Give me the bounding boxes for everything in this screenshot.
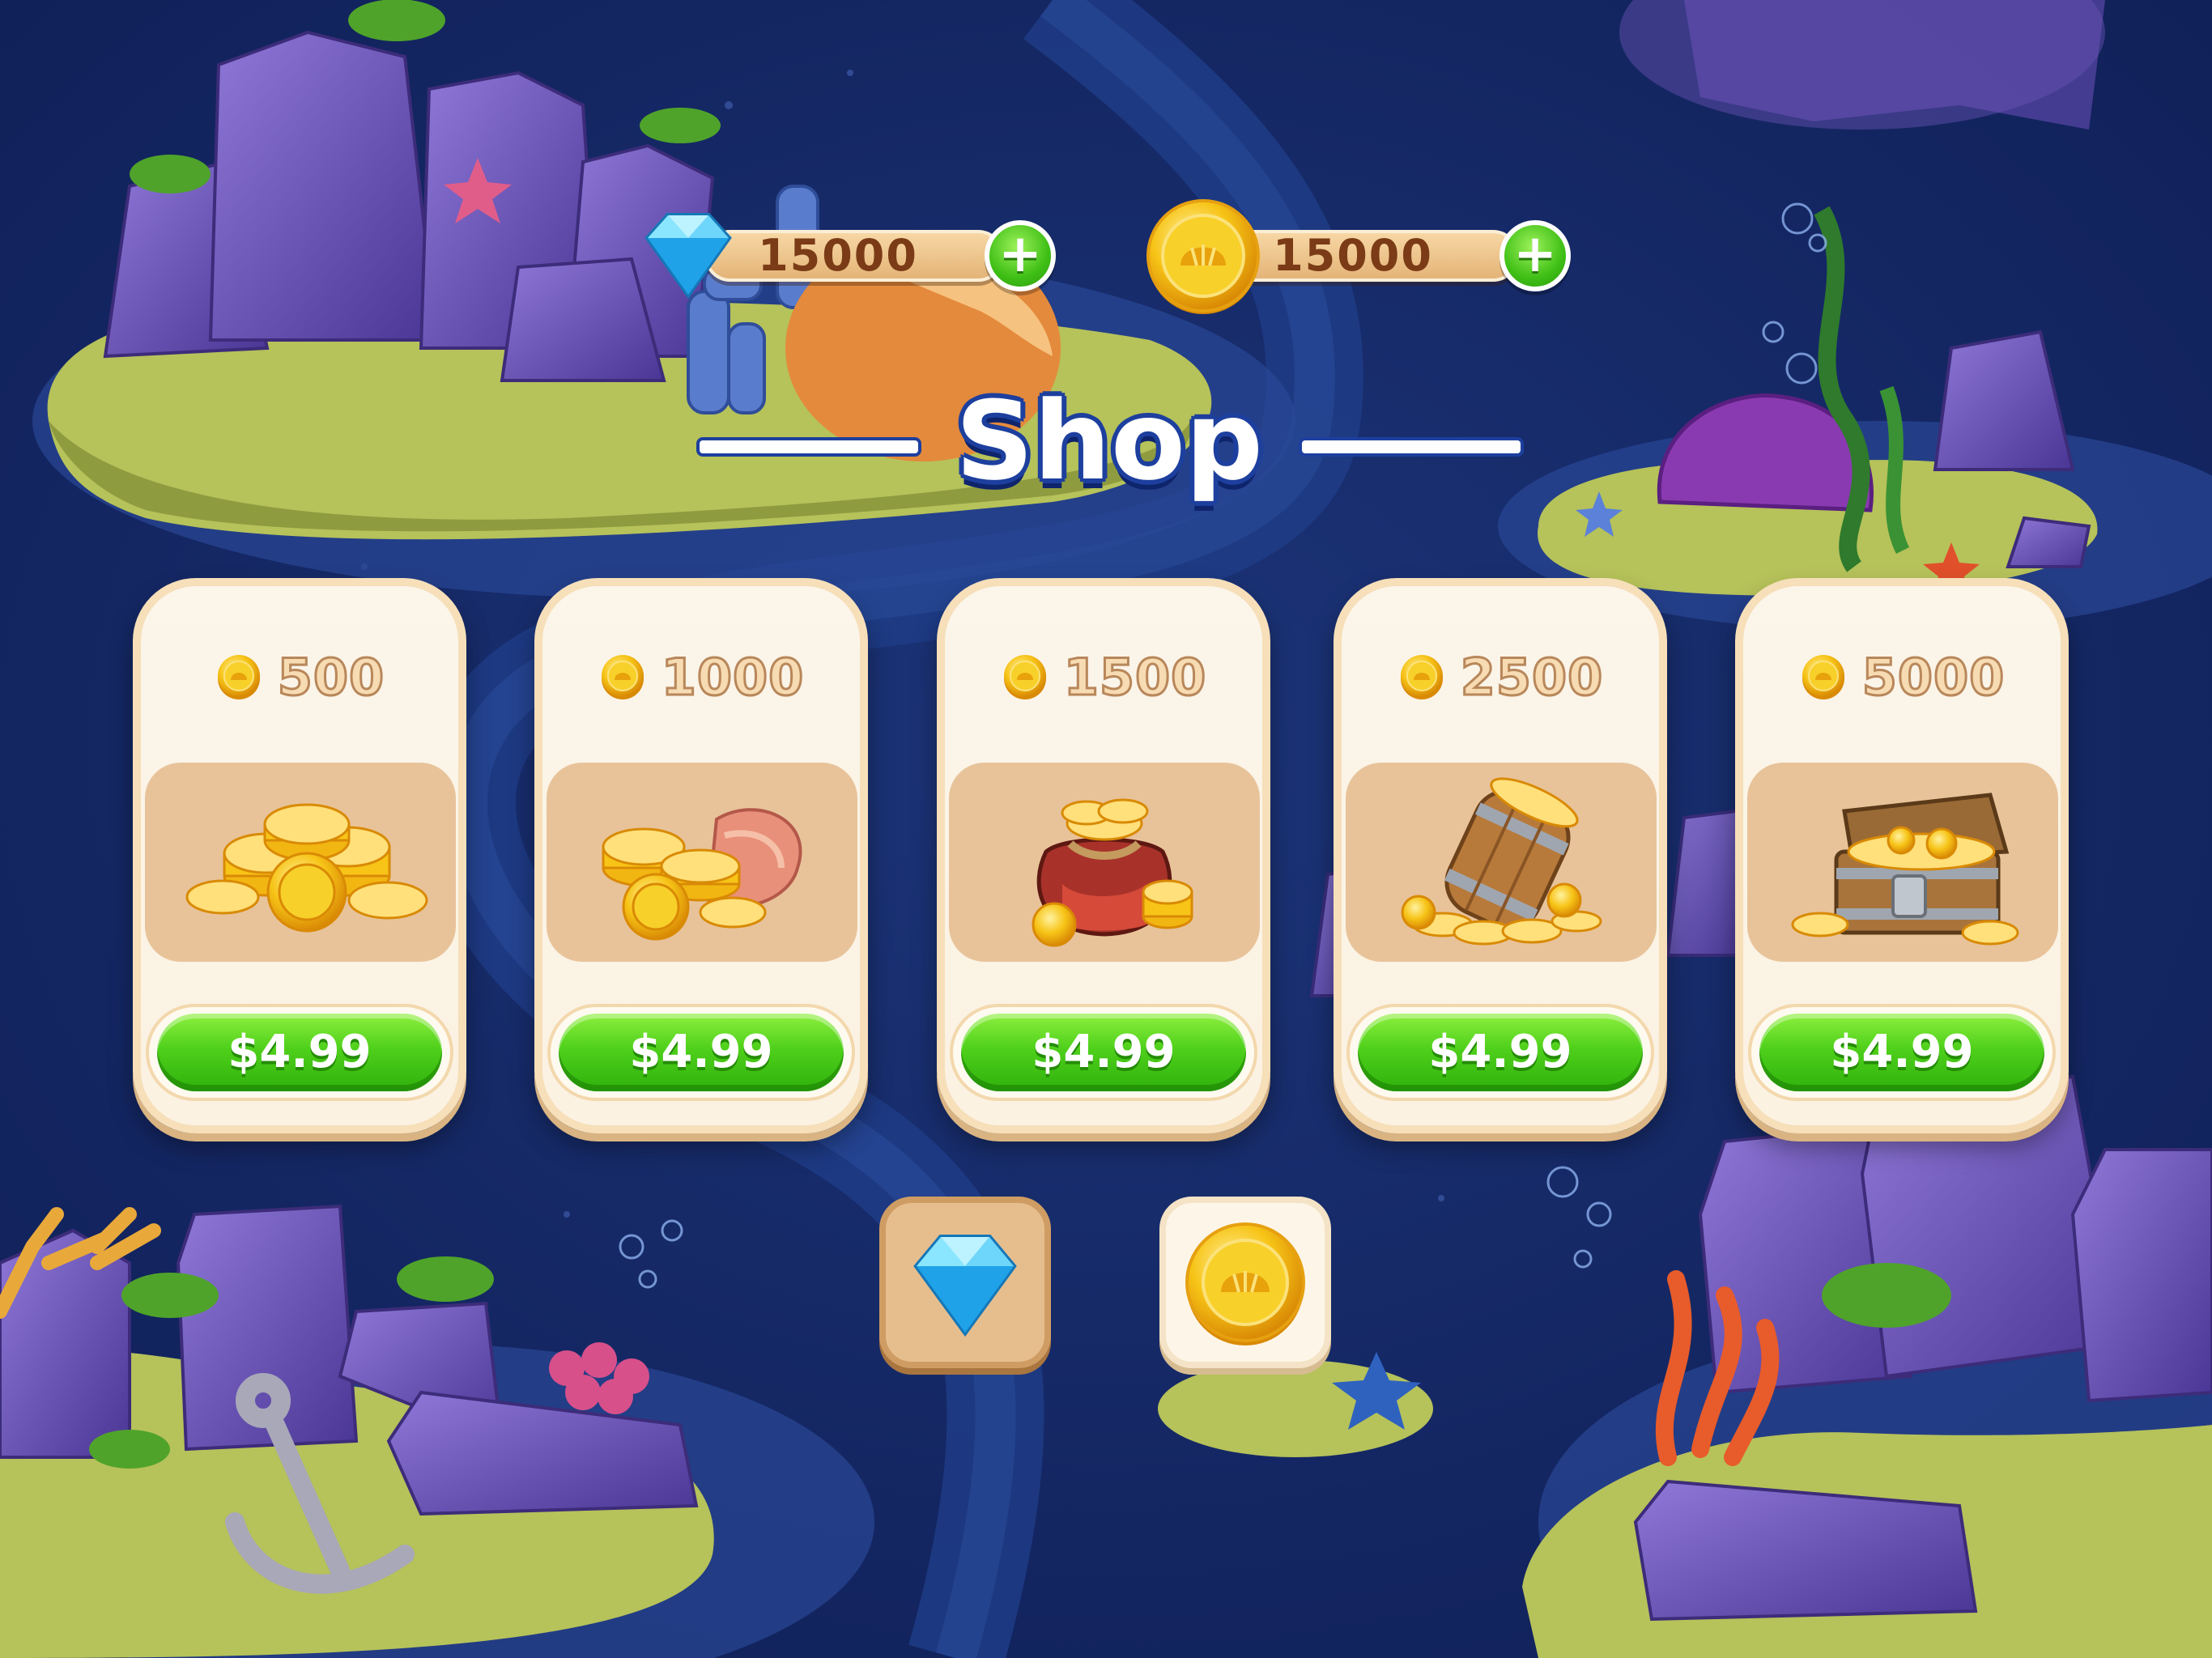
buy-button-price[interactable]: $4.99 <box>1759 1014 2044 1091</box>
tab-coins[interactable] <box>1159 1197 1331 1368</box>
coin-pack-card[interactable]: 1500 $4.99 <box>937 578 1270 1133</box>
diamond-icon <box>644 213 732 300</box>
pack-art <box>949 763 1260 962</box>
gem-balance-value: 15000 <box>758 230 918 281</box>
title-line-right <box>1299 437 1524 457</box>
pack-amount: 1000 <box>660 646 805 708</box>
shell-coin-icon <box>1802 655 1844 699</box>
coin-balance-bar: 15000 + <box>1146 199 1584 314</box>
add-gems-button[interactable]: + <box>985 220 1056 291</box>
pack-amount: 2500 <box>1459 646 1604 708</box>
coin-pack-card[interactable]: 1000 $4.99 <box>534 578 868 1133</box>
buy-button-price[interactable]: $4.99 <box>1358 1014 1643 1091</box>
pack-amount: 1500 <box>1062 646 1207 708</box>
coin-pack-card[interactable]: 2500 $4.99 <box>1334 578 1667 1133</box>
buy-button-price[interactable]: $4.99 <box>961 1014 1246 1091</box>
shell-coin-icon <box>601 655 644 699</box>
diamond-icon <box>913 1235 1017 1337</box>
pack-amount-row: 2500 <box>1342 644 1659 709</box>
page-title: Shop <box>955 378 1263 504</box>
title-line-left <box>696 437 921 457</box>
coin-balance-value: 15000 <box>1273 230 1433 281</box>
shell-coin-icon <box>1146 199 1260 314</box>
pack-art <box>547 763 857 962</box>
pack-art <box>1747 763 2058 962</box>
shell-coin-icon <box>1185 1222 1305 1346</box>
buy-button-price[interactable]: $4.99 <box>157 1014 442 1091</box>
shell-coin-icon <box>1003 655 1046 699</box>
pack-amount: 5000 <box>1861 646 2006 708</box>
pack-amount-row: 1000 <box>542 644 860 709</box>
coin-pack-card[interactable]: 500 $4.99 <box>133 578 466 1133</box>
coin-barrel-icon <box>1401 777 1602 946</box>
shell-coin-icon <box>1400 655 1443 699</box>
buy-button[interactable]: $4.99 <box>149 1007 450 1098</box>
pack-amount-row: 500 <box>141 644 458 709</box>
coin-bag-icon <box>1032 798 1193 947</box>
buy-button[interactable]: $4.99 <box>1350 1007 1651 1098</box>
pack-amount: 500 <box>276 646 385 708</box>
pack-amount-row: 1500 <box>945 644 1262 709</box>
coin-stack-icon <box>185 803 428 933</box>
treasure-chest-icon <box>1791 793 2019 946</box>
add-coins-button[interactable]: + <box>1499 220 1571 291</box>
coin-pack-card[interactable]: 5000 $4.99 <box>1735 578 2069 1133</box>
pack-amount-row: 5000 <box>1743 644 2061 709</box>
buy-button-price[interactable]: $4.99 <box>559 1014 844 1091</box>
tab-gems[interactable] <box>879 1197 1051 1368</box>
buy-button[interactable]: $4.99 <box>551 1007 852 1098</box>
coins-shell-icon <box>602 808 802 941</box>
pack-art <box>1346 763 1657 962</box>
shell-coin-icon <box>217 655 260 699</box>
buy-button[interactable]: $4.99 <box>953 1007 1254 1098</box>
buy-button[interactable]: $4.99 <box>1751 1007 2052 1098</box>
pack-art <box>145 763 456 962</box>
gem-balance-bar: 15000 + <box>644 213 1069 300</box>
